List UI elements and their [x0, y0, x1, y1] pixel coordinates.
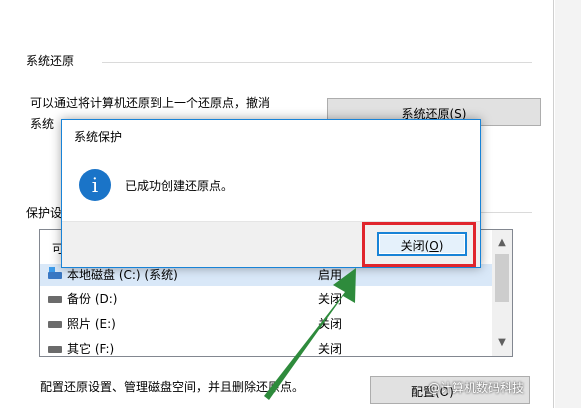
section-divider — [102, 62, 532, 63]
scroll-thumb[interactable] — [495, 254, 509, 302]
close-label: 关闭( — [400, 239, 430, 253]
scroll-down-icon[interactable]: ▼ — [492, 334, 512, 352]
scroll-up-icon[interactable]: ▲ — [492, 234, 512, 252]
config-description: 配置还原设置、管理磁盘空间，并且删除还原点。 — [40, 380, 305, 394]
drive-icon — [48, 296, 62, 303]
system-protection-dialog: 系统保护 i 已成功创建还原点。 关闭(O) — [61, 119, 481, 268]
drive-name: 备份 (D:) — [67, 292, 118, 306]
watermark: @计算机数码科技 — [428, 381, 525, 395]
dialog-message: 已成功创建还原点。 — [125, 179, 234, 193]
protection-divider — [480, 212, 532, 213]
system-drive-icon — [48, 267, 62, 279]
restore-description-line1: 可以通过将计算机还原到上一个还原点，撤消 — [30, 96, 271, 110]
drive-row[interactable]: 备份 (D:) 关闭 — [40, 288, 492, 310]
drive-row[interactable]: 照片 (E:) 关闭 — [40, 313, 492, 335]
info-icon: i — [79, 169, 111, 201]
close-accelerator-key: O — [429, 239, 439, 253]
list-scrollbar[interactable]: ▲ ▼ — [492, 230, 512, 356]
window-edge — [555, 0, 581, 408]
drive-row[interactable]: 其它 (F:) 关闭 — [40, 338, 492, 356]
restore-section-title: 系统还原 — [26, 54, 75, 68]
drive-status: 关闭 — [318, 342, 343, 356]
close-button[interactable]: 关闭(O) — [377, 232, 467, 256]
drive-name: 其它 (F:) — [67, 342, 115, 356]
drive-status: 关闭 — [318, 317, 343, 331]
dialog-title: 系统保护 — [74, 130, 123, 144]
dialog-footer: 关闭(O) — [62, 221, 480, 267]
system-properties-window: 系统还原 可以通过将计算机还原到上一个还原点，撤消 系统 系统还原(S) 保护设… — [0, 0, 581, 408]
drive-status: 关闭 — [318, 292, 343, 306]
drive-icon — [48, 321, 62, 328]
drive-icon — [48, 346, 62, 353]
protection-settings-title: 保护设 — [26, 206, 63, 220]
close-label-end: ) — [438, 239, 444, 253]
drive-name: 照片 (E:) — [67, 317, 116, 331]
